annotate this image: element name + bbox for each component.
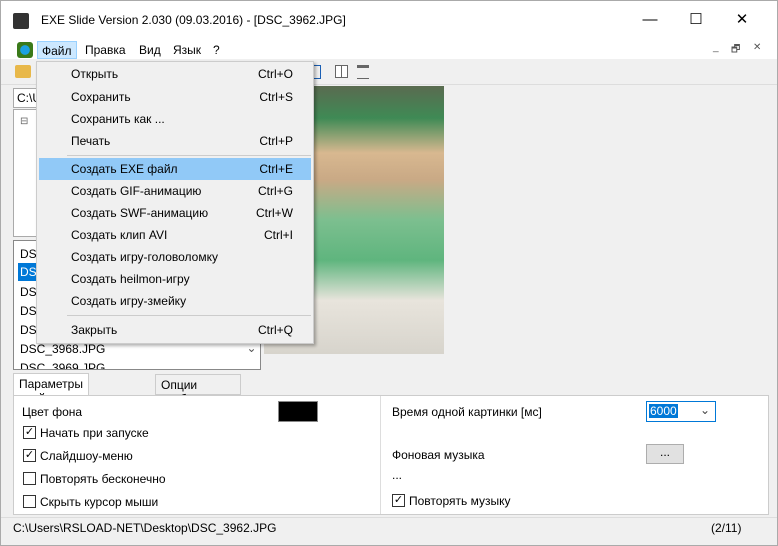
- menu-item-shortcut: Ctrl+E: [259, 162, 293, 176]
- hide-cursor-label: Скрыть курсор мыши: [40, 495, 159, 509]
- menu-item-create-gif[interactable]: Создать GIF-анимацию Ctrl+G: [39, 180, 311, 202]
- music-value: ...: [392, 468, 403, 482]
- menu-item-label: Создать игру-змейку: [71, 294, 187, 308]
- open-folder-icon[interactable]: [15, 65, 31, 78]
- time-label: Время одной картинки [мс]: [392, 405, 542, 419]
- maximize-button[interactable]: ☐: [673, 7, 719, 33]
- menu-item-shortcut: Ctrl+Q: [257, 323, 293, 337]
- menu-item-create-heilmon[interactable]: Создать heilmon-игру: [39, 268, 311, 290]
- menu-item-create-snake[interactable]: Создать игру-змейку: [39, 290, 311, 312]
- divider: [380, 396, 381, 514]
- menu-item-create-avi[interactable]: Создать клип AVI Ctrl+I: [39, 224, 311, 246]
- bg-color-label: Цвет фона: [22, 405, 83, 419]
- menu-file[interactable]: Файл: [37, 41, 77, 59]
- status-bar: C:\Users\RSLOAD-NET\Desktop\DSC_3962.JPG…: [1, 517, 777, 539]
- tab-image-options[interactable]: Опции изображения: [155, 374, 241, 406]
- menu-item-shortcut: Ctrl+P: [259, 134, 293, 148]
- menu-item-label: Создать GIF-анимацию: [71, 184, 202, 198]
- menu-item-close[interactable]: Закрыть Ctrl+Q: [39, 319, 311, 341]
- menu-item-label: Сохранить: [71, 90, 131, 104]
- menu-edit[interactable]: Правка: [81, 41, 130, 59]
- menu-item-label: Создать SWF-анимацию: [71, 206, 209, 220]
- window-title: EXE Slide Version 2.030 (09.03.2016) - […: [41, 13, 346, 27]
- slideshow-menu-label: Слайдшоу-меню: [40, 449, 133, 463]
- menu-item-label: Сохранить как ...: [71, 112, 165, 126]
- music-label: Фоновая музыка: [392, 448, 485, 462]
- app-icon: [13, 13, 29, 29]
- chevron-down-icon: ⌄: [699, 403, 710, 417]
- repeat-music-label: Повторять музыку: [409, 494, 511, 508]
- bg-color-swatch[interactable]: [278, 401, 318, 422]
- close-button[interactable]: ✕: [719, 7, 765, 33]
- start-on-launch-checkbox[interactable]: ✓: [23, 426, 36, 439]
- presentation-icon[interactable]: [357, 65, 369, 79]
- status-count: (2/11): [711, 521, 742, 535]
- app-window: EXE Slide Version 2.030 (09.03.2016) - […: [0, 0, 778, 546]
- file-menu-dropdown: Открыть Ctrl+O Сохранить Ctrl+S Сохранить …: [36, 61, 314, 344]
- mdi-close-button[interactable]: ✕: [753, 42, 761, 53]
- menu-item-shortcut: Ctrl+W: [256, 206, 293, 220]
- mdi-minimize-button[interactable]: _: [713, 42, 719, 53]
- mdi-restore-button[interactable]: 🗗: [731, 42, 740, 59]
- menu-separator: [67, 155, 311, 156]
- repeat-music-checkbox[interactable]: ✓: [392, 494, 405, 507]
- menu-item-create-swf[interactable]: Создать SWF-анимацию Ctrl+W: [39, 202, 311, 224]
- scroll-down-icon[interactable]: ⌄: [243, 341, 260, 369]
- start-on-launch-label: Начать при запуске: [40, 426, 149, 440]
- menu-item-create-exe[interactable]: Создать EXE файл Ctrl+E: [39, 158, 311, 180]
- menu-language[interactable]: Язык: [169, 41, 205, 59]
- menu-item-save-as[interactable]: Сохранить как ...: [39, 108, 311, 130]
- menu-item-label: Печать: [71, 134, 111, 148]
- menu-separator: [67, 315, 311, 316]
- menu-item-label: Создать игру-головоломку: [71, 250, 218, 264]
- menu-item-label: Создать heilmon-игру: [71, 272, 190, 286]
- menu-item-open[interactable]: Открыть Ctrl+O: [39, 63, 311, 85]
- hide-cursor-checkbox[interactable]: [23, 495, 36, 508]
- menu-item-shortcut: Ctrl+S: [259, 90, 293, 104]
- minimize-button[interactable]: —: [627, 7, 673, 33]
- time-select[interactable]: 6000 ⌄: [646, 401, 716, 422]
- menu-item-label: Создать EXE файл: [71, 162, 178, 176]
- menu-item-save[interactable]: Сохранить Ctrl+S: [39, 86, 311, 108]
- menu-item-print[interactable]: Печать Ctrl+P: [39, 130, 311, 152]
- settings-panel: Цвет фона ✓ Начать при запуске ✓ Слайдшо…: [13, 395, 769, 515]
- app-menu-icon[interactable]: [17, 42, 33, 58]
- grid-icon[interactable]: [335, 65, 348, 78]
- slideshow-menu-checkbox[interactable]: ✓: [23, 449, 36, 462]
- menu-help[interactable]: ?: [209, 41, 224, 59]
- repeat-forever-checkbox[interactable]: [23, 472, 36, 485]
- menu-item-create-puzzle[interactable]: Создать игру-головоломку: [39, 246, 311, 268]
- tab-slideshow-params[interactable]: Параметры слайд-шоу: [13, 373, 89, 405]
- time-value: 6000: [649, 404, 678, 418]
- status-path: C:\Users\RSLOAD-NET\Desktop\DSC_3962.JPG: [13, 521, 277, 535]
- menu-item-shortcut: Ctrl+I: [263, 228, 293, 242]
- list-item[interactable]: DSC_3969.JPG: [20, 359, 105, 369]
- menu-bar: Файл Правка Вид Язык ?: [1, 39, 777, 59]
- music-browse-button[interactable]: ...: [646, 444, 684, 464]
- menu-item-label: Закрыть: [71, 323, 118, 337]
- menu-item-label: Открыть: [71, 67, 119, 81]
- title-bar: EXE Slide Version 2.030 (09.03.2016) - […: [1, 1, 777, 39]
- repeat-forever-label: Повторять бесконечно: [40, 472, 166, 486]
- menu-item-shortcut: Ctrl+O: [257, 67, 293, 81]
- menu-item-shortcut: Ctrl+G: [257, 184, 293, 198]
- menu-view[interactable]: Вид: [135, 41, 165, 59]
- menu-item-label: Создать клип AVI: [71, 228, 168, 242]
